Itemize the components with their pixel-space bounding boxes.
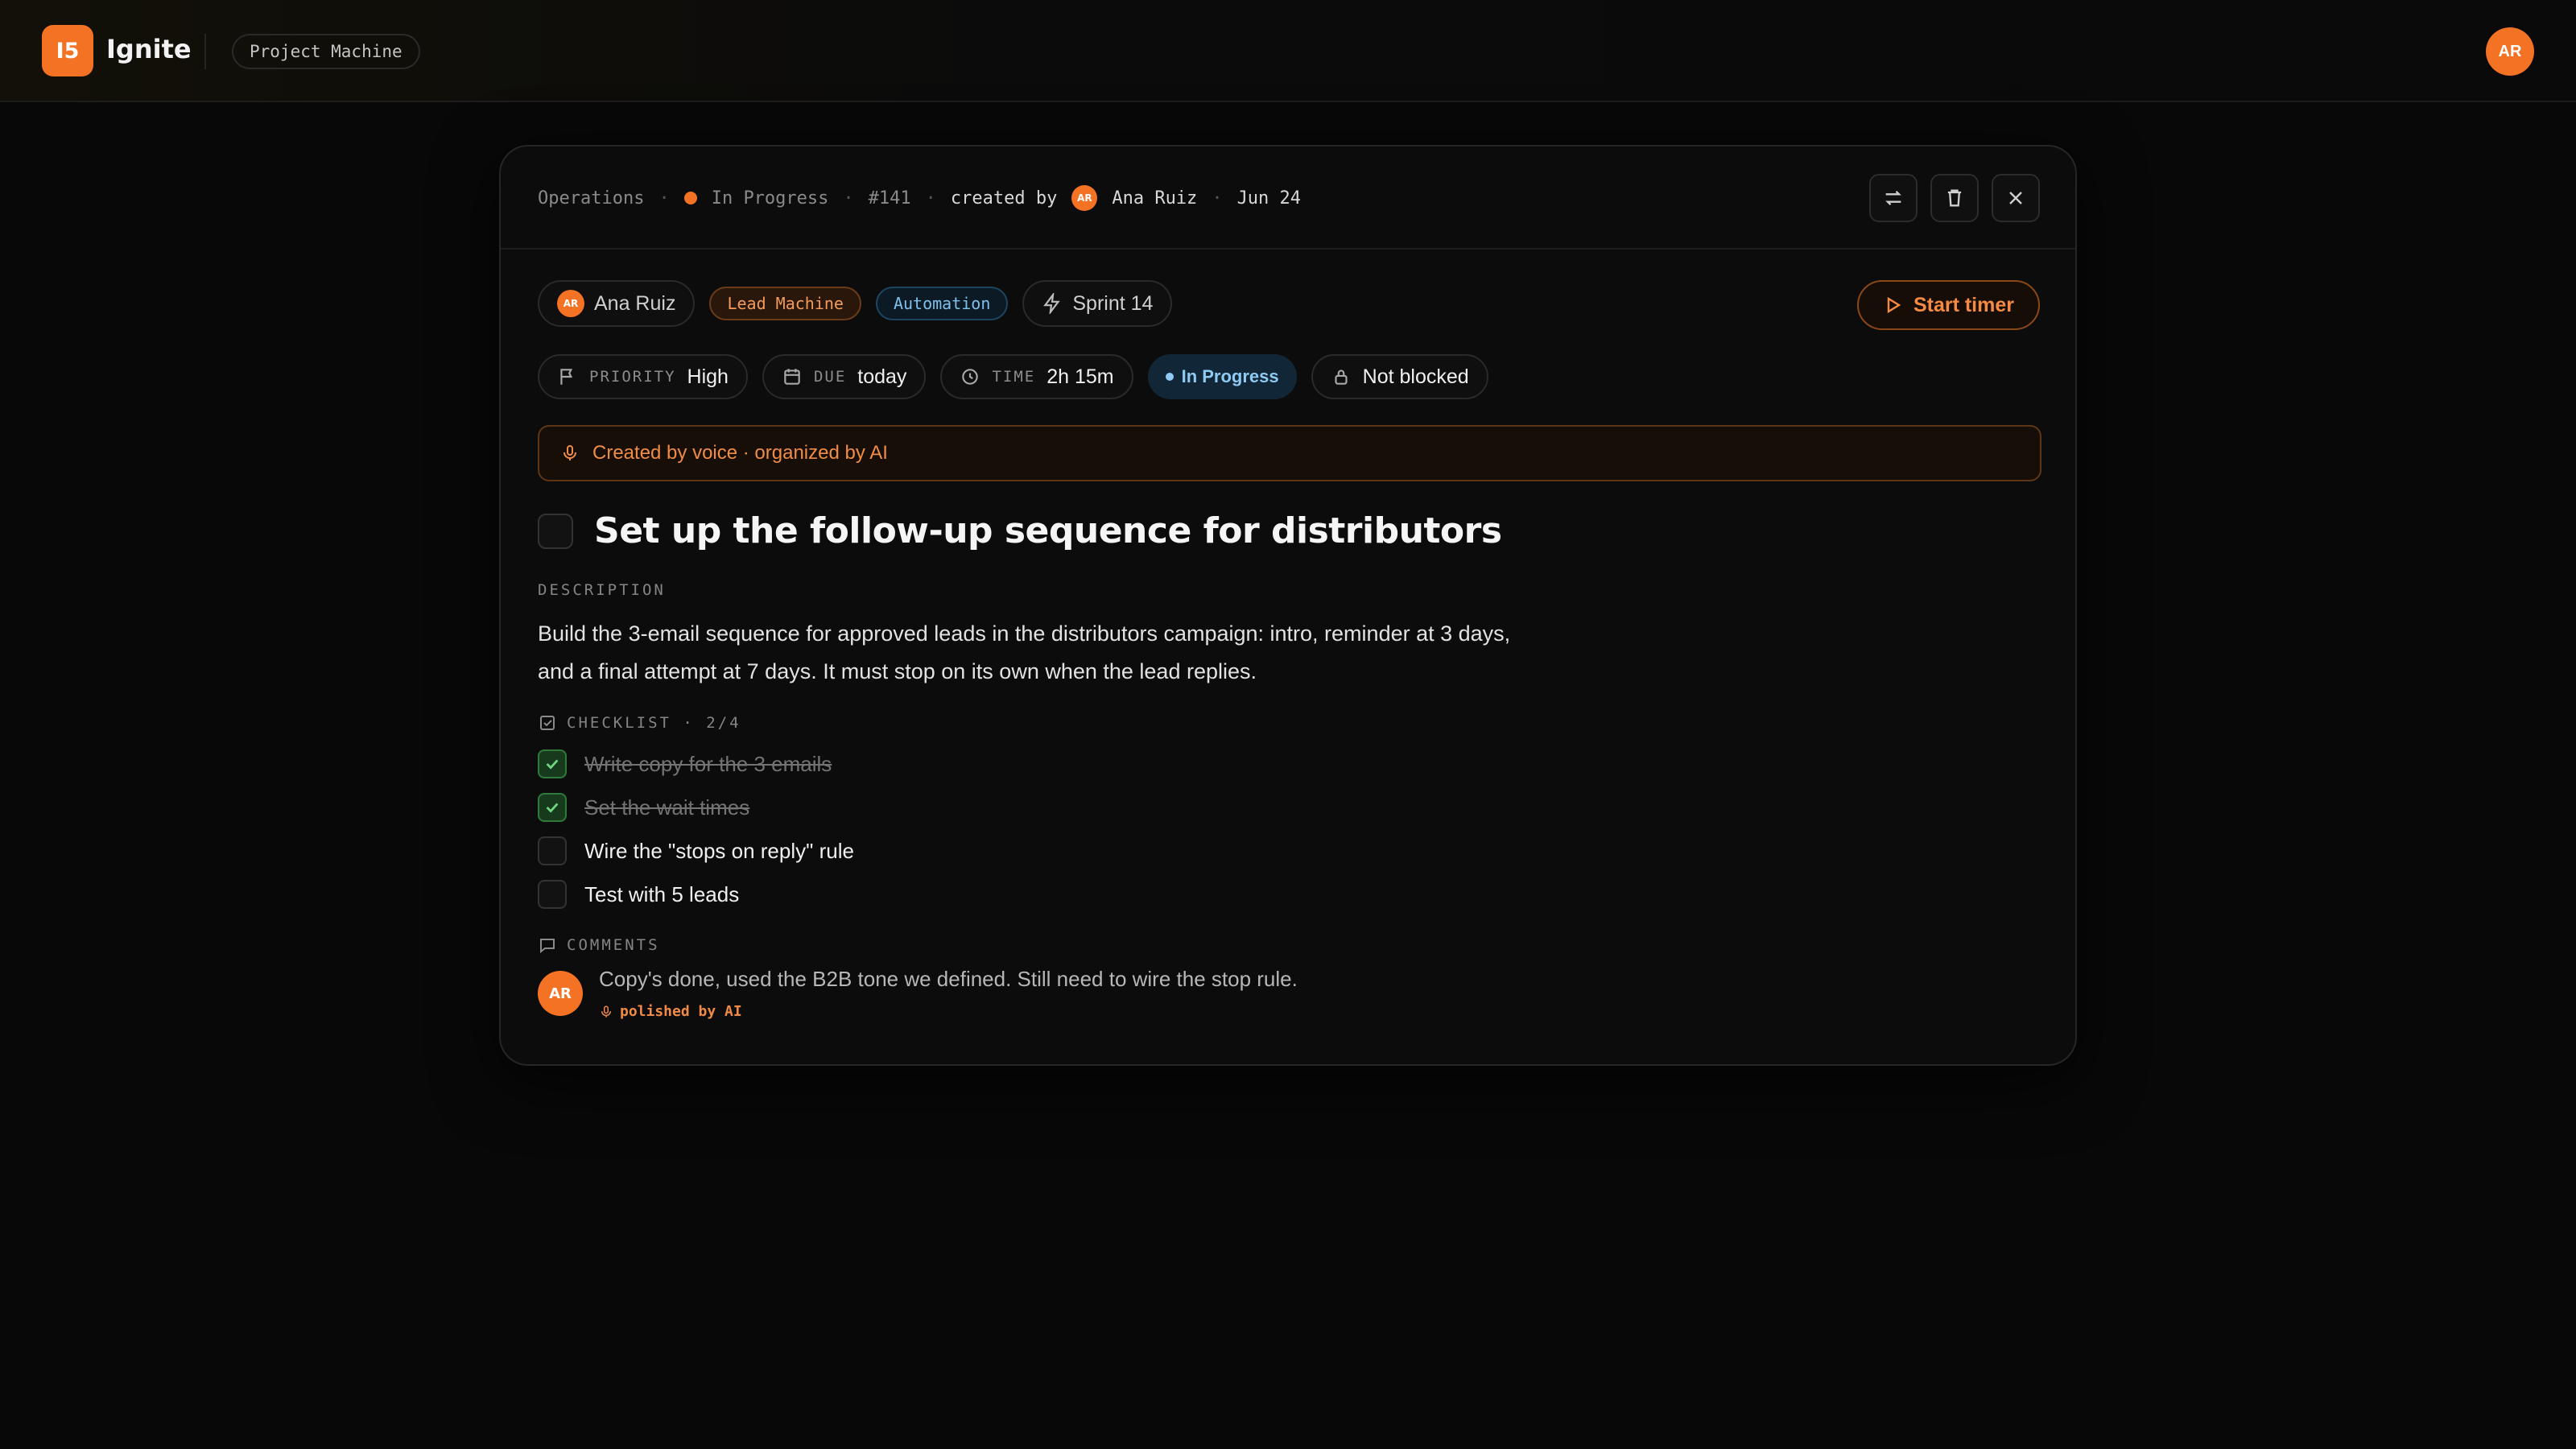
calendar-icon bbox=[784, 369, 800, 385]
checklist-checkbox[interactable] bbox=[538, 880, 567, 909]
sprint-label: Sprint 14 bbox=[1072, 291, 1154, 315]
checklist-checkbox[interactable] bbox=[538, 836, 567, 865]
voice-banner-text: Created by voice · organized by AI bbox=[592, 442, 888, 464]
checklist-label: CHECKLIST · 2/4 bbox=[538, 713, 741, 733]
checklist-item-text: Wire the "stops on reply" rule bbox=[584, 838, 854, 863]
comment-body: Copy's done, used the B2B tone we define… bbox=[599, 964, 1298, 1020]
task-description[interactable]: Build the 3-email sequence for approved … bbox=[538, 615, 1552, 691]
checklist-item[interactable]: Set the wait times bbox=[538, 786, 854, 829]
checklist-checkbox[interactable] bbox=[538, 749, 567, 778]
app-name[interactable]: Ignite bbox=[106, 34, 192, 64]
status-dot bbox=[1165, 373, 1174, 381]
play-icon bbox=[1887, 296, 1901, 314]
checklist-label-text: CHECKLIST · 2/4 bbox=[567, 714, 741, 732]
app-logo[interactable]: I5 bbox=[42, 25, 93, 76]
meta-separator: · bbox=[925, 188, 936, 208]
modal-header: Operations · In Progress · #141 · create… bbox=[501, 147, 2075, 250]
tag-automation[interactable]: Automation bbox=[875, 287, 1009, 320]
task-meta: Operations · In Progress · #141 · create… bbox=[538, 147, 1301, 250]
priority-property[interactable]: PRIORITY High bbox=[538, 354, 748, 399]
checklist: Write copy for the 3 emails Set the wait… bbox=[538, 742, 854, 916]
comment-text: Copy's done, used the B2B tone we define… bbox=[599, 967, 1298, 991]
checklist-item-text: Test with 5 leads bbox=[584, 881, 740, 906]
close-icon bbox=[2009, 192, 2022, 204]
check-icon bbox=[546, 803, 559, 813]
lightning-icon bbox=[1043, 293, 1061, 314]
comments-label: COMMENTS bbox=[538, 935, 660, 955]
microphone-icon bbox=[564, 445, 576, 460]
assignee-name: Ana Ruiz bbox=[594, 291, 676, 315]
checklist-checkbox[interactable] bbox=[538, 793, 567, 822]
blocked-value: Not blocked bbox=[1362, 365, 1469, 388]
comments-label-text: COMMENTS bbox=[567, 936, 660, 954]
comment-icon bbox=[540, 939, 555, 954]
task-properties: PRIORITY High DUE today TIME 2h 15m In P… bbox=[538, 354, 1488, 399]
voice-banner: Created by voice · organized by AI bbox=[538, 425, 2041, 481]
checklist-icon bbox=[540, 716, 555, 730]
topbar-divider bbox=[204, 34, 206, 69]
top-bar: I5 Ignite Project Machine AR bbox=[0, 0, 2576, 102]
priority-value: High bbox=[687, 365, 729, 388]
created-date: Jun 24 bbox=[1236, 188, 1302, 208]
ai-polished-note: polished by AI bbox=[599, 1003, 1298, 1020]
description-label: DESCRIPTION bbox=[538, 581, 666, 599]
microphone-icon bbox=[601, 1005, 611, 1018]
time-property[interactable]: TIME 2h 15m bbox=[940, 354, 1133, 399]
swap-button[interactable] bbox=[1869, 174, 1918, 222]
user-avatar[interactable]: AR bbox=[2486, 27, 2534, 76]
meta-separator: · bbox=[1212, 188, 1223, 208]
due-value: today bbox=[857, 365, 907, 388]
task-title[interactable]: Set up the follow-up sequence for distri… bbox=[594, 510, 1502, 551]
trash-icon bbox=[1947, 189, 1962, 207]
tag-lead-machine[interactable]: Lead Machine bbox=[709, 287, 861, 320]
created-by-label: created by bbox=[950, 188, 1058, 208]
lock-icon bbox=[1335, 369, 1348, 385]
header-actions bbox=[1869, 174, 2040, 222]
status-value: In Progress bbox=[1181, 366, 1279, 386]
description-label-text: DESCRIPTION bbox=[538, 581, 666, 599]
creator-name: Ana Ruiz bbox=[1112, 188, 1198, 208]
task-complete-checkbox[interactable] bbox=[538, 513, 573, 549]
time-value: 2h 15m bbox=[1046, 365, 1114, 388]
blocked-property[interactable]: Not blocked bbox=[1311, 354, 1488, 399]
task-area: Operations bbox=[538, 188, 645, 208]
creator-avatar: AR bbox=[1071, 185, 1098, 211]
priority-label: PRIORITY bbox=[589, 368, 676, 386]
title-row: Set up the follow-up sequence for distri… bbox=[538, 510, 1502, 551]
ai-note-text: polished by AI bbox=[620, 1003, 742, 1020]
swap-icon bbox=[1885, 191, 1901, 205]
clock-icon bbox=[962, 369, 979, 385]
status-dot bbox=[683, 192, 697, 204]
task-id: #141 bbox=[868, 188, 911, 208]
checklist-item-text: Write copy for the 3 emails bbox=[584, 751, 832, 776]
task-status: In Progress bbox=[711, 188, 829, 208]
task-modal: Operations · In Progress · #141 · create… bbox=[499, 145, 2077, 1066]
comment-avatar[interactable]: AR bbox=[538, 971, 583, 1016]
task-tags-row: AR Ana Ruiz Lead Machine Automation Spri… bbox=[538, 280, 1173, 327]
start-timer-label: Start timer bbox=[1913, 293, 2014, 316]
due-label: DUE bbox=[813, 368, 847, 386]
meta-separator: · bbox=[658, 188, 670, 208]
delete-button[interactable] bbox=[1930, 174, 1979, 222]
close-button[interactable] bbox=[1992, 174, 2040, 222]
status-property[interactable]: In Progress bbox=[1147, 354, 1297, 399]
checklist-item[interactable]: Write copy for the 3 emails bbox=[538, 742, 854, 786]
meta-separator: · bbox=[843, 188, 854, 208]
project-pill[interactable]: Project Machine bbox=[232, 34, 420, 69]
assignee-chip[interactable]: AR Ana Ruiz bbox=[538, 280, 696, 327]
time-label: TIME bbox=[992, 368, 1036, 386]
comment: AR Copy's done, used the B2B tone we def… bbox=[538, 964, 1298, 1020]
checklist-item-text: Set the wait times bbox=[584, 795, 750, 819]
check-icon bbox=[546, 759, 559, 770]
due-property[interactable]: DUE today bbox=[762, 354, 927, 399]
checklist-item[interactable]: Test with 5 leads bbox=[538, 873, 854, 916]
checklist-item[interactable]: Wire the "stops on reply" rule bbox=[538, 829, 854, 873]
sprint-chip[interactable]: Sprint 14 bbox=[1022, 280, 1173, 327]
flag-icon bbox=[560, 369, 573, 385]
assignee-avatar: AR bbox=[557, 290, 584, 317]
start-timer-button[interactable]: Start timer bbox=[1856, 280, 2040, 330]
